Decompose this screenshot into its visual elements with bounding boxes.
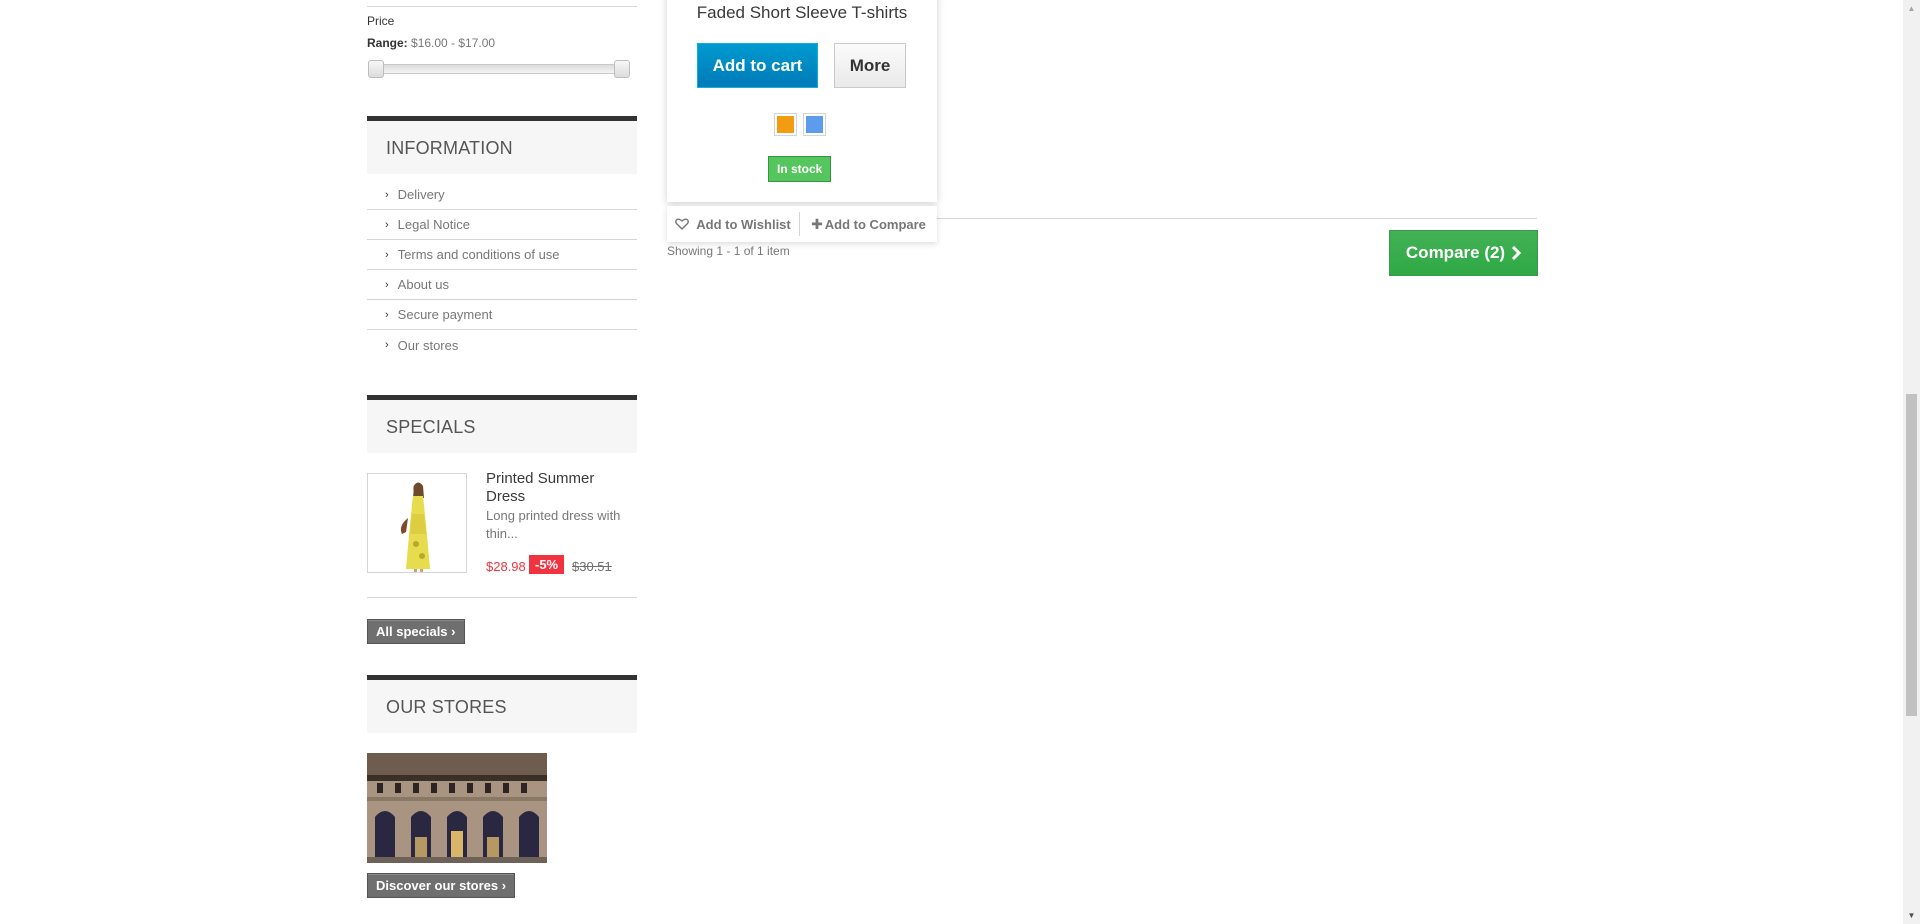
information-block-title[interactable]: INFORMATION [367,116,637,174]
chevron-right-icon: › [451,624,456,639]
chevron-right-icon: › [501,878,507,893]
information-item-label: Terms and conditions of use [397,247,560,262]
special-product-name[interactable]: Printed Summer Dress [486,470,626,506]
availability-badge: In stock [768,156,832,182]
store-facade-image [367,753,547,863]
scrollbar-thumb[interactable] [1906,394,1917,716]
price-slider-max-handle[interactable] [614,60,630,78]
information-item-label: About us [397,277,449,292]
chevron-right-icon: › [385,308,389,321]
chevron-right-icon: › [385,218,389,231]
information-item-label: Delivery [397,187,445,202]
divider [367,597,637,598]
heart-icon [675,218,690,230]
special-product-image[interactable] [367,473,467,573]
add-to-wishlist-button[interactable]: Add to Wishlist [667,212,800,236]
information-item-secure-payment[interactable]: › Secure payment [367,300,637,330]
swatch-fill [777,116,794,133]
divider [937,218,1537,219]
information-item-label: Our stores [397,337,459,353]
special-price: $28.98 [486,559,526,574]
chevron-right-icon: › [385,339,389,351]
price-slider-track[interactable] [373,64,629,74]
discover-stores-label: Discover our stores [376,878,499,893]
price-slider-min-handle[interactable] [368,60,384,78]
information-item-legal-notice[interactable]: › Legal Notice [367,210,637,240]
add-to-cart-button[interactable]: Add to cart [697,43,818,88]
plus-icon: ✚ [811,215,823,232]
chevron-right-icon: › [385,188,389,201]
more-button[interactable]: More [834,43,906,88]
range-value: $16.00 - $17.00 [411,36,496,50]
dress-image [368,474,466,572]
scroll-up-arrow-icon[interactable]: ▲ [1903,0,1920,17]
chevron-right-icon [1512,246,1522,260]
range-label: Range: [367,36,408,50]
all-specials-button[interactable]: All specials › [367,619,465,644]
divider [367,6,637,7]
store-image[interactable] [367,753,547,863]
price-range-text: Range: $16.00 - $17.00 [367,36,495,50]
color-swatch-orange[interactable] [774,113,797,136]
special-discount-badge: -5% [529,555,565,574]
price-filter-label: Price [367,14,395,28]
compare-button[interactable]: Compare (2) [1389,230,1538,276]
product-functional-buttons: Add to Wishlist ✚ Add to Compare [667,206,937,242]
information-item-about-us[interactable]: › About us [367,270,637,300]
add-to-compare-button[interactable]: ✚ Add to Compare [800,216,937,233]
special-product-description: Long printed dress with thin... [486,508,621,541]
information-item-label: Legal Notice [397,217,470,232]
specials-block-title[interactable]: SPECIALS [367,395,637,453]
special-old-price: $30.51 [572,559,612,574]
information-item-delivery[interactable]: › Delivery [367,180,637,210]
compare-label: Add to Compare [824,216,926,232]
information-item-our-stores[interactable]: › Our stores [367,330,637,360]
information-item-label: Secure payment [397,307,493,322]
compare-button-label: Compare (2) [1405,243,1506,262]
color-swatch-blue[interactable] [803,113,826,136]
wishlist-label: Add to Wishlist [696,216,791,232]
scroll-down-arrow-icon[interactable]: ▼ [1903,907,1920,924]
product-count-text: Showing 1 - 1 of 1 item [667,244,790,258]
chevron-right-icon: › [385,278,389,291]
product-name[interactable]: Faded Short Sleeve T-shirts [667,3,937,23]
chevron-right-icon: › [385,248,389,261]
all-specials-label: All specials [376,624,448,639]
information-list: › Delivery › Legal Notice › Terms and condi… [367,180,637,360]
swatch-fill [806,116,823,133]
stores-block-title[interactable]: OUR STORES [367,675,637,733]
discover-stores-button[interactable]: Discover our stores › [367,873,516,898]
information-item-terms[interactable]: › Terms and conditions of use [367,240,637,270]
